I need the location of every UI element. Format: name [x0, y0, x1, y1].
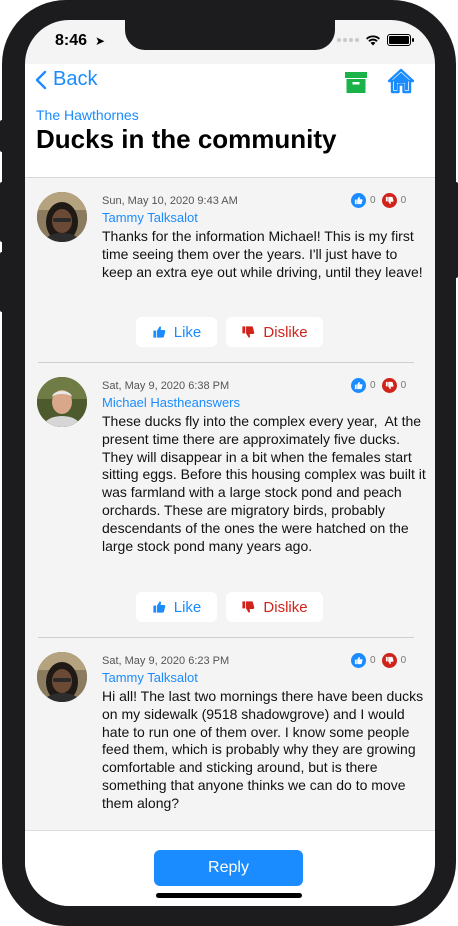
dislike-count: 0 [400, 380, 407, 391]
avatar[interactable] [37, 192, 87, 242]
notch [125, 20, 335, 50]
divider [38, 362, 414, 363]
comment-feed[interactable]: Sun, May 10, 2020 9:43 AM Tammy Talksalo… [25, 178, 435, 830]
comment-author[interactable]: Tammy Talksalot [102, 210, 198, 225]
wifi-icon [366, 35, 380, 46]
dislike-label: Dislike [263, 323, 308, 341]
home-indicator[interactable] [156, 893, 302, 898]
thumbs-up-icon [351, 653, 366, 668]
comment-author[interactable]: Michael Hastheanswers [102, 395, 240, 410]
reaction-counts: 0 0 [351, 653, 412, 668]
back-button[interactable]: Back [35, 68, 97, 91]
battery-icon [387, 34, 414, 46]
dislike-button[interactable]: Dislike [226, 317, 323, 347]
dislike-label: Dislike [263, 598, 308, 616]
divider [38, 637, 414, 638]
page-title: Ducks in the community [36, 124, 337, 154]
reaction-counts: 0 0 [351, 378, 412, 393]
comment-text: Hi all! The last two mornings there have… [102, 688, 428, 811]
thumbs-down-icon [381, 378, 397, 393]
thumbs-down-icon [381, 193, 397, 208]
comment-author[interactable]: Tammy Talksalot [102, 670, 198, 685]
avatar[interactable] [37, 377, 87, 427]
thumbs-down-icon [381, 653, 397, 668]
like-count: 0 [370, 655, 376, 666]
comment-timestamp: Sat, May 9, 2020 6:23 PM [102, 655, 230, 667]
like-label: Like [173, 598, 202, 616]
thumbs-down-icon [242, 601, 255, 613]
comment-text: Thanks for the information Michael! This… [102, 228, 423, 280]
mute-switch [0, 120, 5, 152]
comment-timestamp: Sat, May 9, 2020 6:38 PM [102, 380, 230, 392]
location-arrow-icon: ➤ [95, 34, 106, 48]
chevron-left-icon [35, 70, 47, 89]
like-button[interactable]: Like [136, 317, 217, 347]
back-label: Back [53, 68, 98, 90]
footer: Reply [25, 830, 435, 906]
thumbs-up-icon [153, 326, 165, 338]
dislike-button[interactable]: Dislike [226, 592, 323, 622]
avatar[interactable] [37, 652, 87, 702]
archive-icon[interactable] [344, 70, 368, 94]
volume-down-button [0, 252, 5, 312]
like-button[interactable]: Like [136, 592, 217, 622]
volume-up-button [0, 182, 5, 242]
status-time: 8:46 [55, 32, 88, 49]
power-button [453, 182, 458, 278]
header: Back The Hawthornes Ducks in the communi… [25, 64, 435, 178]
app-screen: 8:46 ➤ Back The Hawthornes Ducks in the … [25, 20, 435, 906]
dislike-count: 0 [400, 195, 407, 206]
reaction-counts: 0 0 [351, 193, 412, 208]
thumbs-down-icon [242, 326, 255, 338]
thumbs-up-icon [153, 601, 165, 613]
like-count: 0 [370, 380, 376, 391]
thumbs-up-icon [351, 378, 366, 393]
like-count: 0 [370, 195, 376, 206]
comment-timestamp: Sun, May 10, 2020 9:43 AM [102, 195, 238, 207]
signal-icon [337, 38, 359, 42]
dislike-count: 0 [400, 655, 407, 666]
community-name[interactable]: The Hawthornes [36, 107, 139, 123]
reply-button[interactable]: Reply [154, 850, 303, 886]
comment-text: These ducks fly into the complex every y… [102, 413, 430, 554]
like-label: Like [173, 323, 202, 341]
thumbs-up-icon [351, 193, 366, 208]
home-icon[interactable] [387, 68, 415, 94]
